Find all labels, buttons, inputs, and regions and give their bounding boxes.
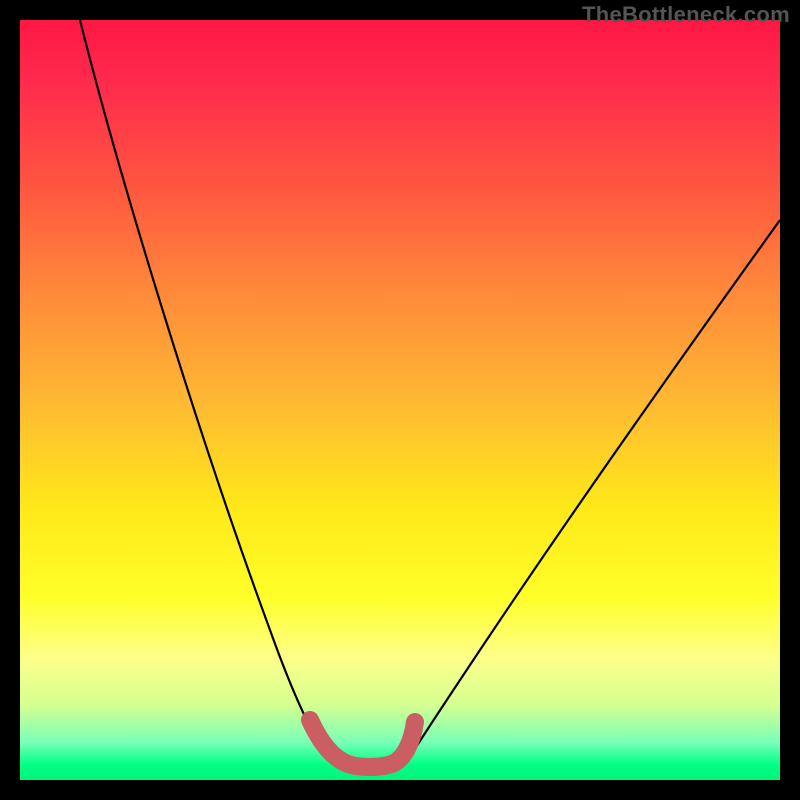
left-curve [80,20,330,760]
right-curve [408,220,780,760]
watermark-text: TheBottleneck.com [582,2,790,28]
chart-frame: TheBottleneck.com [0,0,800,800]
chart-svg [20,20,780,780]
plot-area [20,20,780,780]
